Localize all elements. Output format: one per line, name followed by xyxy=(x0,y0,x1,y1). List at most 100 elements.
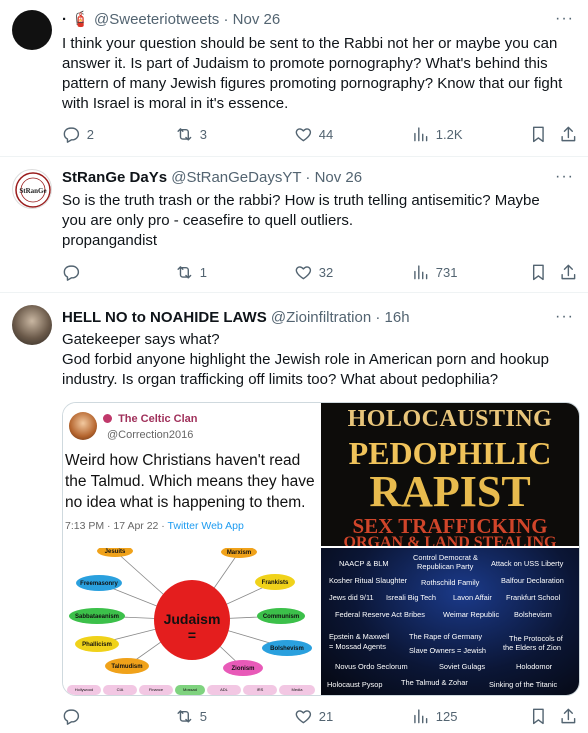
like-count: 32 xyxy=(318,264,334,280)
share-button[interactable] xyxy=(559,261,578,283)
text-line: industry. Is organ trafficking off limit… xyxy=(62,371,499,388)
svg-text:IRS: IRS xyxy=(257,687,264,692)
quote-handle: @Correction2016 xyxy=(107,429,194,441)
list-item: Soviet Gulags xyxy=(439,662,486,671)
display-name[interactable]: HELL NO to NOAHIDE LAWS xyxy=(62,309,267,326)
tweet-2[interactable]: StRanGe StRanGe DaYs @StRanGeDaysYT · No… xyxy=(0,157,588,293)
avatar[interactable]: StRanGe xyxy=(12,169,52,209)
text-line: God forbid anyone highlight the Jewish r… xyxy=(62,351,549,368)
list-item: Kosher Ritual Slaughter xyxy=(329,576,408,585)
display-name[interactable]: StRanGe DaYs xyxy=(62,169,167,186)
bookmark-icon xyxy=(532,264,544,280)
repost-count: 3 xyxy=(199,126,207,142)
media-image-quote[interactable]: The Celtic Clan @Correction2016 Weird ho… xyxy=(63,403,319,546)
bookmark-icon xyxy=(532,126,544,142)
repost-count: 5 xyxy=(199,708,207,724)
views-chart-icon xyxy=(414,127,428,141)
action-bar: 5 21 125 xyxy=(58,705,578,727)
quote-app: Twitter Web App xyxy=(167,520,244,532)
node-label: Phallicism xyxy=(82,642,112,648)
text-line: you are only pro - ceasefire to quell ou… xyxy=(62,212,353,229)
views-chart-icon xyxy=(414,265,428,279)
text-line: answer it. Is part of Judaism to promote… xyxy=(62,55,548,72)
strange-days-logo: StRanGe xyxy=(15,172,51,208)
list-item: = Mossad Agents xyxy=(329,642,386,651)
like-button[interactable]: 21 xyxy=(294,705,333,727)
tweet-text: Gatekeeper says what? God forbid anyone … xyxy=(62,330,577,390)
repost-icon xyxy=(177,265,192,279)
view-count: 125 xyxy=(435,708,458,724)
svg-text:CIA: CIA xyxy=(117,687,124,692)
share-button[interactable] xyxy=(559,705,578,727)
quote-meta: 7:13 PM · 17 Apr 22 · Twitter Web App xyxy=(65,520,244,532)
repost-icon xyxy=(177,127,192,141)
list-item: Control Democrat & xyxy=(413,553,478,562)
media-image-diagram[interactable]: Judaism = Jesuits Marxism Freemasonry Fr… xyxy=(63,548,319,695)
list-item: Rothschild Family xyxy=(421,578,480,587)
logo-text: StRanGe xyxy=(19,187,46,195)
media-image-list[interactable]: NAACP & BLM Control Democrat & Republica… xyxy=(321,548,579,695)
more-options-icon[interactable]: ··· xyxy=(555,307,574,327)
tweet-header: · 🧯 @Sweeteriotweets · Nov 26 xyxy=(62,11,281,28)
handle[interactable]: @StRanGeDaysYT xyxy=(171,169,301,186)
views-chart-icon xyxy=(414,709,428,723)
judaism-diagram: Judaism = Jesuits Marxism Freemasonry Fr… xyxy=(67,548,315,695)
quote-name: The Celtic Clan xyxy=(118,413,198,425)
heart-icon xyxy=(295,709,312,723)
bookmark-button[interactable] xyxy=(529,261,548,283)
views-button[interactable]: 125 xyxy=(411,705,457,727)
reply-button[interactable] xyxy=(62,705,81,727)
views-button[interactable]: 731 xyxy=(411,261,457,283)
repost-button[interactable]: 3 xyxy=(175,123,207,145)
tweet-text: So is the truth trash or the rabbi? How … xyxy=(62,191,577,251)
repost-button[interactable]: 1 xyxy=(175,261,207,283)
like-button[interactable]: 44 xyxy=(294,123,333,145)
center-label: Judaism xyxy=(164,611,221,627)
bookmark-button[interactable] xyxy=(529,705,548,727)
more-options-icon[interactable]: ··· xyxy=(555,9,574,29)
views-button[interactable]: 1.2K xyxy=(411,123,463,145)
handle[interactable]: @Sweeteriotweets xyxy=(94,11,219,28)
reply-icon xyxy=(63,127,80,143)
list-item: The Protocols of xyxy=(509,634,563,643)
tweet-1[interactable]: · 🧯 @Sweeteriotweets · Nov 26 ··· I thin… xyxy=(0,0,588,157)
reply-button[interactable]: 2 xyxy=(62,123,94,145)
avatar[interactable] xyxy=(12,305,52,345)
list-item: Slave Owners = Jewish xyxy=(409,646,487,655)
action-bar: 1 32 731 xyxy=(58,261,578,283)
list-item: Epstein & Maxwell xyxy=(329,632,390,641)
node-label: Marxism xyxy=(227,550,251,556)
media-image-poster[interactable]: HOLOCAUSTING PEDOPHILIC RAPIST SEX TRAFF… xyxy=(321,403,579,546)
repost-count: 1 xyxy=(199,264,207,280)
text-line: pattern of many Jewish figures promoting… xyxy=(62,75,563,92)
more-options-icon[interactable]: ··· xyxy=(555,167,574,187)
timestamp[interactable]: Nov 26 xyxy=(233,11,281,28)
handle[interactable]: @Zioinfiltration xyxy=(271,309,371,326)
reply-button[interactable] xyxy=(62,261,81,283)
list-item: Holodomor xyxy=(516,662,553,671)
svg-text:Mossad: Mossad xyxy=(183,687,197,692)
repost-button[interactable]: 5 xyxy=(175,705,207,727)
timestamp[interactable]: 16h xyxy=(385,309,410,326)
tweet-header: StRanGe DaYs @StRanGeDaysYT · Nov 26 xyxy=(62,169,363,186)
list-item: Lavon Affair xyxy=(453,593,492,602)
node-label: Bolshevism xyxy=(270,646,304,652)
node-label: Frankists xyxy=(262,580,289,586)
timestamp[interactable]: Nov 26 xyxy=(315,169,363,186)
list-item: The Rape of Germany xyxy=(409,632,483,641)
display-name[interactable]: · 🧯 xyxy=(62,11,90,28)
text-line: Weird how Christians haven't read xyxy=(65,452,301,469)
share-button[interactable] xyxy=(559,123,578,145)
avatar[interactable] xyxy=(12,10,52,50)
media-grid[interactable]: The Celtic Clan @Correction2016 Weird ho… xyxy=(62,402,580,696)
like-button[interactable]: 32 xyxy=(294,261,333,283)
bookmark-icon xyxy=(532,708,544,724)
list-item: Isreali Big Tech xyxy=(386,593,436,602)
bookmark-button[interactable] xyxy=(529,123,548,145)
svg-text:ADL: ADL xyxy=(220,687,229,692)
list-item: Balfour Declaration xyxy=(501,576,564,585)
svg-text:Finance: Finance xyxy=(149,687,164,692)
list-item: Holocaust Pysop xyxy=(327,680,383,689)
poster-line: RAPIST xyxy=(369,467,531,516)
repost-icon xyxy=(177,709,192,723)
